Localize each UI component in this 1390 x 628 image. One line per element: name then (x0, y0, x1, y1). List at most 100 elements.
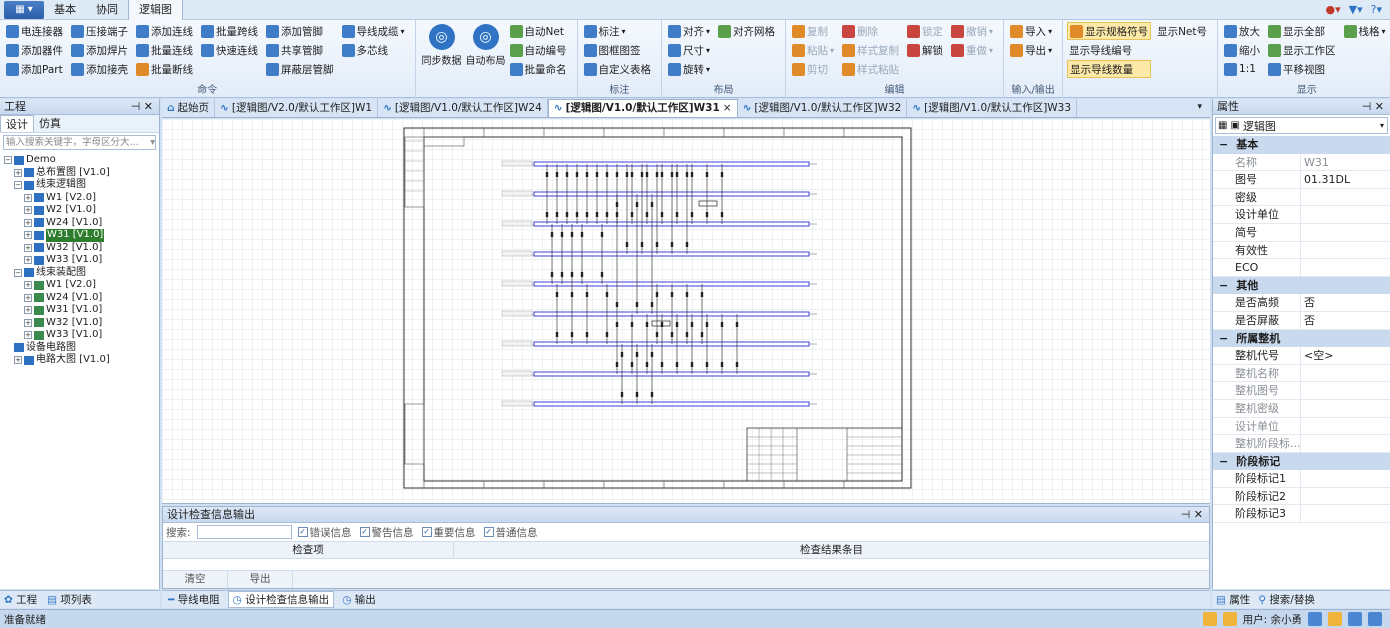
shirt-icon[interactable]: ▼▾ (1349, 3, 1363, 16)
collapse-icon[interactable]: − (1219, 453, 1228, 471)
expand-icon[interactable]: + (24, 318, 32, 327)
document-tab[interactable]: ∿ [逻辑图/V1.0/默认工作区]W32 (738, 99, 908, 117)
ribbon-button-zoom-in[interactable]: 放大 (1222, 22, 1262, 40)
ribbon-button-add-wire[interactable]: 添加连线 (134, 22, 195, 40)
tree-node[interactable]: − Demo (0, 154, 159, 167)
collapse-icon[interactable]: − (14, 268, 22, 277)
sort-alpha-icon[interactable]: ▣ (1230, 120, 1239, 131)
property-row[interactable]: ECO (1213, 259, 1390, 277)
document-tab[interactable]: ∿ [逻辑图/V1.0/默认工作区]W24 (378, 99, 548, 117)
property-row[interactable]: 整机图号 (1213, 382, 1390, 400)
export-button[interactable]: 导出 (228, 571, 293, 588)
ribbon-button-auto-number[interactable]: 自动编号 (508, 41, 569, 59)
ribbon-button-add-pin[interactable]: 添加管脚 (264, 22, 336, 40)
design-check-search-input[interactable] (196, 525, 292, 539)
filter-checkbox[interactable]: ✓ 普通信息 (483, 525, 538, 540)
ribbon-button-unlock[interactable]: 解锁 (905, 41, 945, 59)
ribbon-button-batch-wire[interactable]: 批量连线 (134, 41, 195, 59)
ribbon-button-redo[interactable]: 重做 ▾ (949, 41, 995, 59)
ribbon-button-quick-wire[interactable]: 快速连线 (199, 41, 260, 59)
project-search-input[interactable]: 输入搜索关键字，字母区分大... ▾ (3, 135, 156, 150)
help-icon[interactable]: ?▾ (1371, 3, 1382, 16)
document-tab[interactable]: ∿ [逻辑图/V2.0/默认工作区]W1 (215, 99, 379, 117)
pin-close-icons[interactable]: ⊣ ✕ (1181, 507, 1203, 522)
expand-icon[interactable]: + (24, 231, 32, 240)
filter-checkbox[interactable]: ✓ 错误信息 (297, 525, 352, 540)
chevron-down-icon[interactable]: ▾ (1380, 121, 1384, 130)
tree-node[interactable]: + W31 [V1.0] (0, 304, 159, 317)
property-value[interactable] (1301, 224, 1390, 241)
ribbon-button-copy[interactable]: 复制 (790, 22, 836, 40)
ribbon-button-batch-name[interactable]: 批量命名 (508, 60, 569, 78)
menu-tab-collab[interactable]: 协同 (86, 0, 128, 20)
ribbon-button-crimp-terminal[interactable]: 压接端子 (69, 22, 130, 40)
expand-icon[interactable]: + (24, 218, 32, 227)
document-tab[interactable]: ∿ [逻辑图/V1.0/默认工作区]W31 × (547, 99, 738, 117)
collapse-icon[interactable]: − (1219, 277, 1228, 295)
tree-node[interactable]: + W2 [V1.0] (0, 204, 159, 217)
chevron-down-icon[interactable]: ▾ (150, 136, 155, 149)
tab-item-list[interactable]: ▤ 项列表 (47, 592, 92, 607)
property-value[interactable] (1301, 242, 1390, 259)
filter-checkbox[interactable]: ✓ 警告信息 (359, 525, 414, 540)
expand-icon[interactable]: + (24, 193, 32, 202)
tree-node[interactable]: − 线束装配图 (0, 267, 159, 280)
property-row[interactable]: 设计单位 (1213, 206, 1390, 224)
tab-output[interactable]: ◷ 输出 (342, 592, 376, 607)
property-value[interactable] (1301, 435, 1390, 452)
ribbon-button-zoom-out[interactable]: 缩小 (1222, 41, 1262, 59)
property-row[interactable]: 整机名称 (1213, 364, 1390, 383)
sync-button[interactable]: ◎ 同步数据 (420, 22, 464, 98)
property-row[interactable]: 有效性 (1213, 241, 1390, 260)
property-value[interactable] (1301, 470, 1390, 487)
property-value[interactable] (1301, 505, 1390, 522)
ribbon-button-grid-align[interactable]: 对齐网格 (716, 22, 777, 40)
tree-node[interactable]: + W24 [V1.0] (0, 292, 159, 305)
close-icon[interactable]: × (723, 100, 732, 117)
ribbon-button-none[interactable]: 显示Net号 (1155, 22, 1209, 40)
ribbon-button-device[interactable]: 添加器件 (4, 41, 65, 59)
sort-category-icon[interactable]: ▦ (1218, 120, 1227, 131)
expand-icon[interactable]: + (24, 206, 32, 215)
tab-list-dropdown-icon[interactable]: ▾ (1197, 102, 1202, 112)
property-row[interactable]: 阶段标记3 (1213, 505, 1390, 524)
tree-node[interactable]: + W32 [V1.0] (0, 242, 159, 255)
property-row[interactable]: 整机阶段标... (1213, 435, 1390, 453)
ribbon-button-actual-size[interactable]: 1:1 (1222, 60, 1262, 78)
tree-node[interactable]: + W33 [V1.0] (0, 254, 159, 267)
property-value[interactable]: 否 (1301, 294, 1390, 311)
app-menu-button[interactable]: ▦ ▾ (4, 0, 44, 19)
ribbon-button-solder-lug[interactable]: 添加焊片 (69, 41, 130, 59)
property-value[interactable] (1301, 206, 1390, 223)
tab-search-replace[interactable]: ⚲ 搜索/替换 (1258, 592, 1315, 607)
property-value[interactable] (1301, 488, 1390, 505)
property-row[interactable]: 是否屏蔽否 (1213, 311, 1390, 330)
menu-tab-basic[interactable]: 基本 (44, 0, 86, 20)
ribbon-button-grid[interactable]: 栈格 ▾ (1342, 22, 1388, 40)
ribbon-button-shield-pin[interactable]: 屏蔽层管脚 (264, 60, 336, 78)
collapse-icon[interactable]: − (4, 156, 12, 165)
ribbon-button-rotate[interactable]: 旋转 ▾ (666, 60, 712, 78)
property-value[interactable] (1301, 365, 1390, 382)
property-value[interactable] (1301, 400, 1390, 417)
expand-icon[interactable]: + (24, 293, 32, 302)
ribbon-button-batch-cut[interactable]: 批量断线 (134, 60, 195, 78)
property-row[interactable]: 密级 (1213, 188, 1390, 207)
layer-icon[interactable] (1348, 612, 1362, 626)
filter-checkbox[interactable]: ✓ 重要信息 (421, 525, 476, 540)
ribbon-button-style-paste[interactable]: 样式粘贴 (840, 60, 901, 78)
document-tab[interactable]: ∿ [逻辑图/V1.0/默认工作区]W33 (907, 99, 1078, 117)
tab-project[interactable]: ✿ 工程 (4, 592, 37, 607)
expand-icon[interactable]: + (14, 168, 22, 177)
expand-icon[interactable]: + (24, 331, 32, 340)
ribbon-button-size[interactable]: 尺寸 ▾ (666, 41, 712, 59)
property-value[interactable]: 01.31DL (1301, 171, 1390, 188)
ribbon-button-connector[interactable]: 电连接器 (4, 22, 65, 40)
ribbon-button-multicore[interactable]: 多芯线 (340, 41, 407, 59)
snap-icon[interactable] (1308, 612, 1322, 626)
clear-button[interactable]: 清空 (163, 571, 228, 588)
property-row[interactable]: 是否高频否 (1213, 294, 1390, 312)
ribbon-button-delete[interactable]: 删除 (840, 22, 901, 40)
ribbon-button-annotate[interactable]: 标注 ▾ (582, 22, 654, 40)
tab-wire-resistance[interactable]: ━ 导线电阻 (168, 592, 220, 607)
